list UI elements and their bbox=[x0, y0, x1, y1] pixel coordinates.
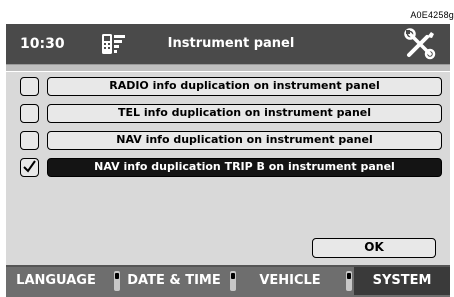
tab-vehicle[interactable]: VEHICLE bbox=[238, 267, 342, 295]
option-tel-duplication[interactable]: TEL info duplication on instrument panel bbox=[47, 104, 442, 123]
tab-divider bbox=[230, 271, 236, 291]
page-title: Instrument panel bbox=[167, 36, 295, 51]
checkbox-nav-trip-b[interactable] bbox=[20, 158, 39, 177]
checkbox-radio[interactable] bbox=[20, 77, 39, 96]
ok-button[interactable]: OK bbox=[312, 238, 436, 258]
option-row-tel: TEL info duplication on instrument panel bbox=[20, 104, 442, 124]
option-nav-duplication[interactable]: NAV info duplication on instrument panel bbox=[47, 131, 442, 150]
option-radio-duplication[interactable]: RADIO info duplication on instrument pan… bbox=[47, 77, 442, 96]
phone-signal-icon bbox=[102, 34, 125, 54]
checkbox-nav[interactable] bbox=[20, 131, 39, 150]
tab-date-time[interactable]: DATE & TIME bbox=[122, 267, 226, 295]
checkbox-tel[interactable] bbox=[20, 104, 39, 123]
tab-bar: LANGUAGE DATE & TIME VEHICLE SYSTEM bbox=[6, 265, 450, 297]
figure-code: A0E4258g bbox=[410, 10, 454, 20]
tab-divider bbox=[346, 271, 352, 291]
tab-system[interactable]: SYSTEM bbox=[354, 267, 450, 295]
checkmark-icon bbox=[23, 160, 36, 173]
option-nav-trip-b-duplication[interactable]: NAV info duplication TRIP B on instrumen… bbox=[47, 158, 442, 177]
tools-icon[interactable] bbox=[403, 28, 437, 60]
tab-language[interactable]: LANGUAGE bbox=[6, 267, 106, 295]
clock: 10:30 bbox=[20, 36, 65, 52]
tab-divider bbox=[114, 271, 120, 291]
option-row-nav: NAV info duplication on instrument panel bbox=[20, 131, 442, 151]
header-separator bbox=[6, 64, 450, 72]
header-bar: 10:30 Instrument panel bbox=[6, 24, 450, 64]
display-screen: 10:30 Instrument panel RADIO info duplic… bbox=[6, 24, 450, 297]
option-row-nav-trip-b: NAV info duplication TRIP B on instrumen… bbox=[20, 158, 442, 178]
option-row-radio: RADIO info duplication on instrument pan… bbox=[20, 77, 442, 97]
